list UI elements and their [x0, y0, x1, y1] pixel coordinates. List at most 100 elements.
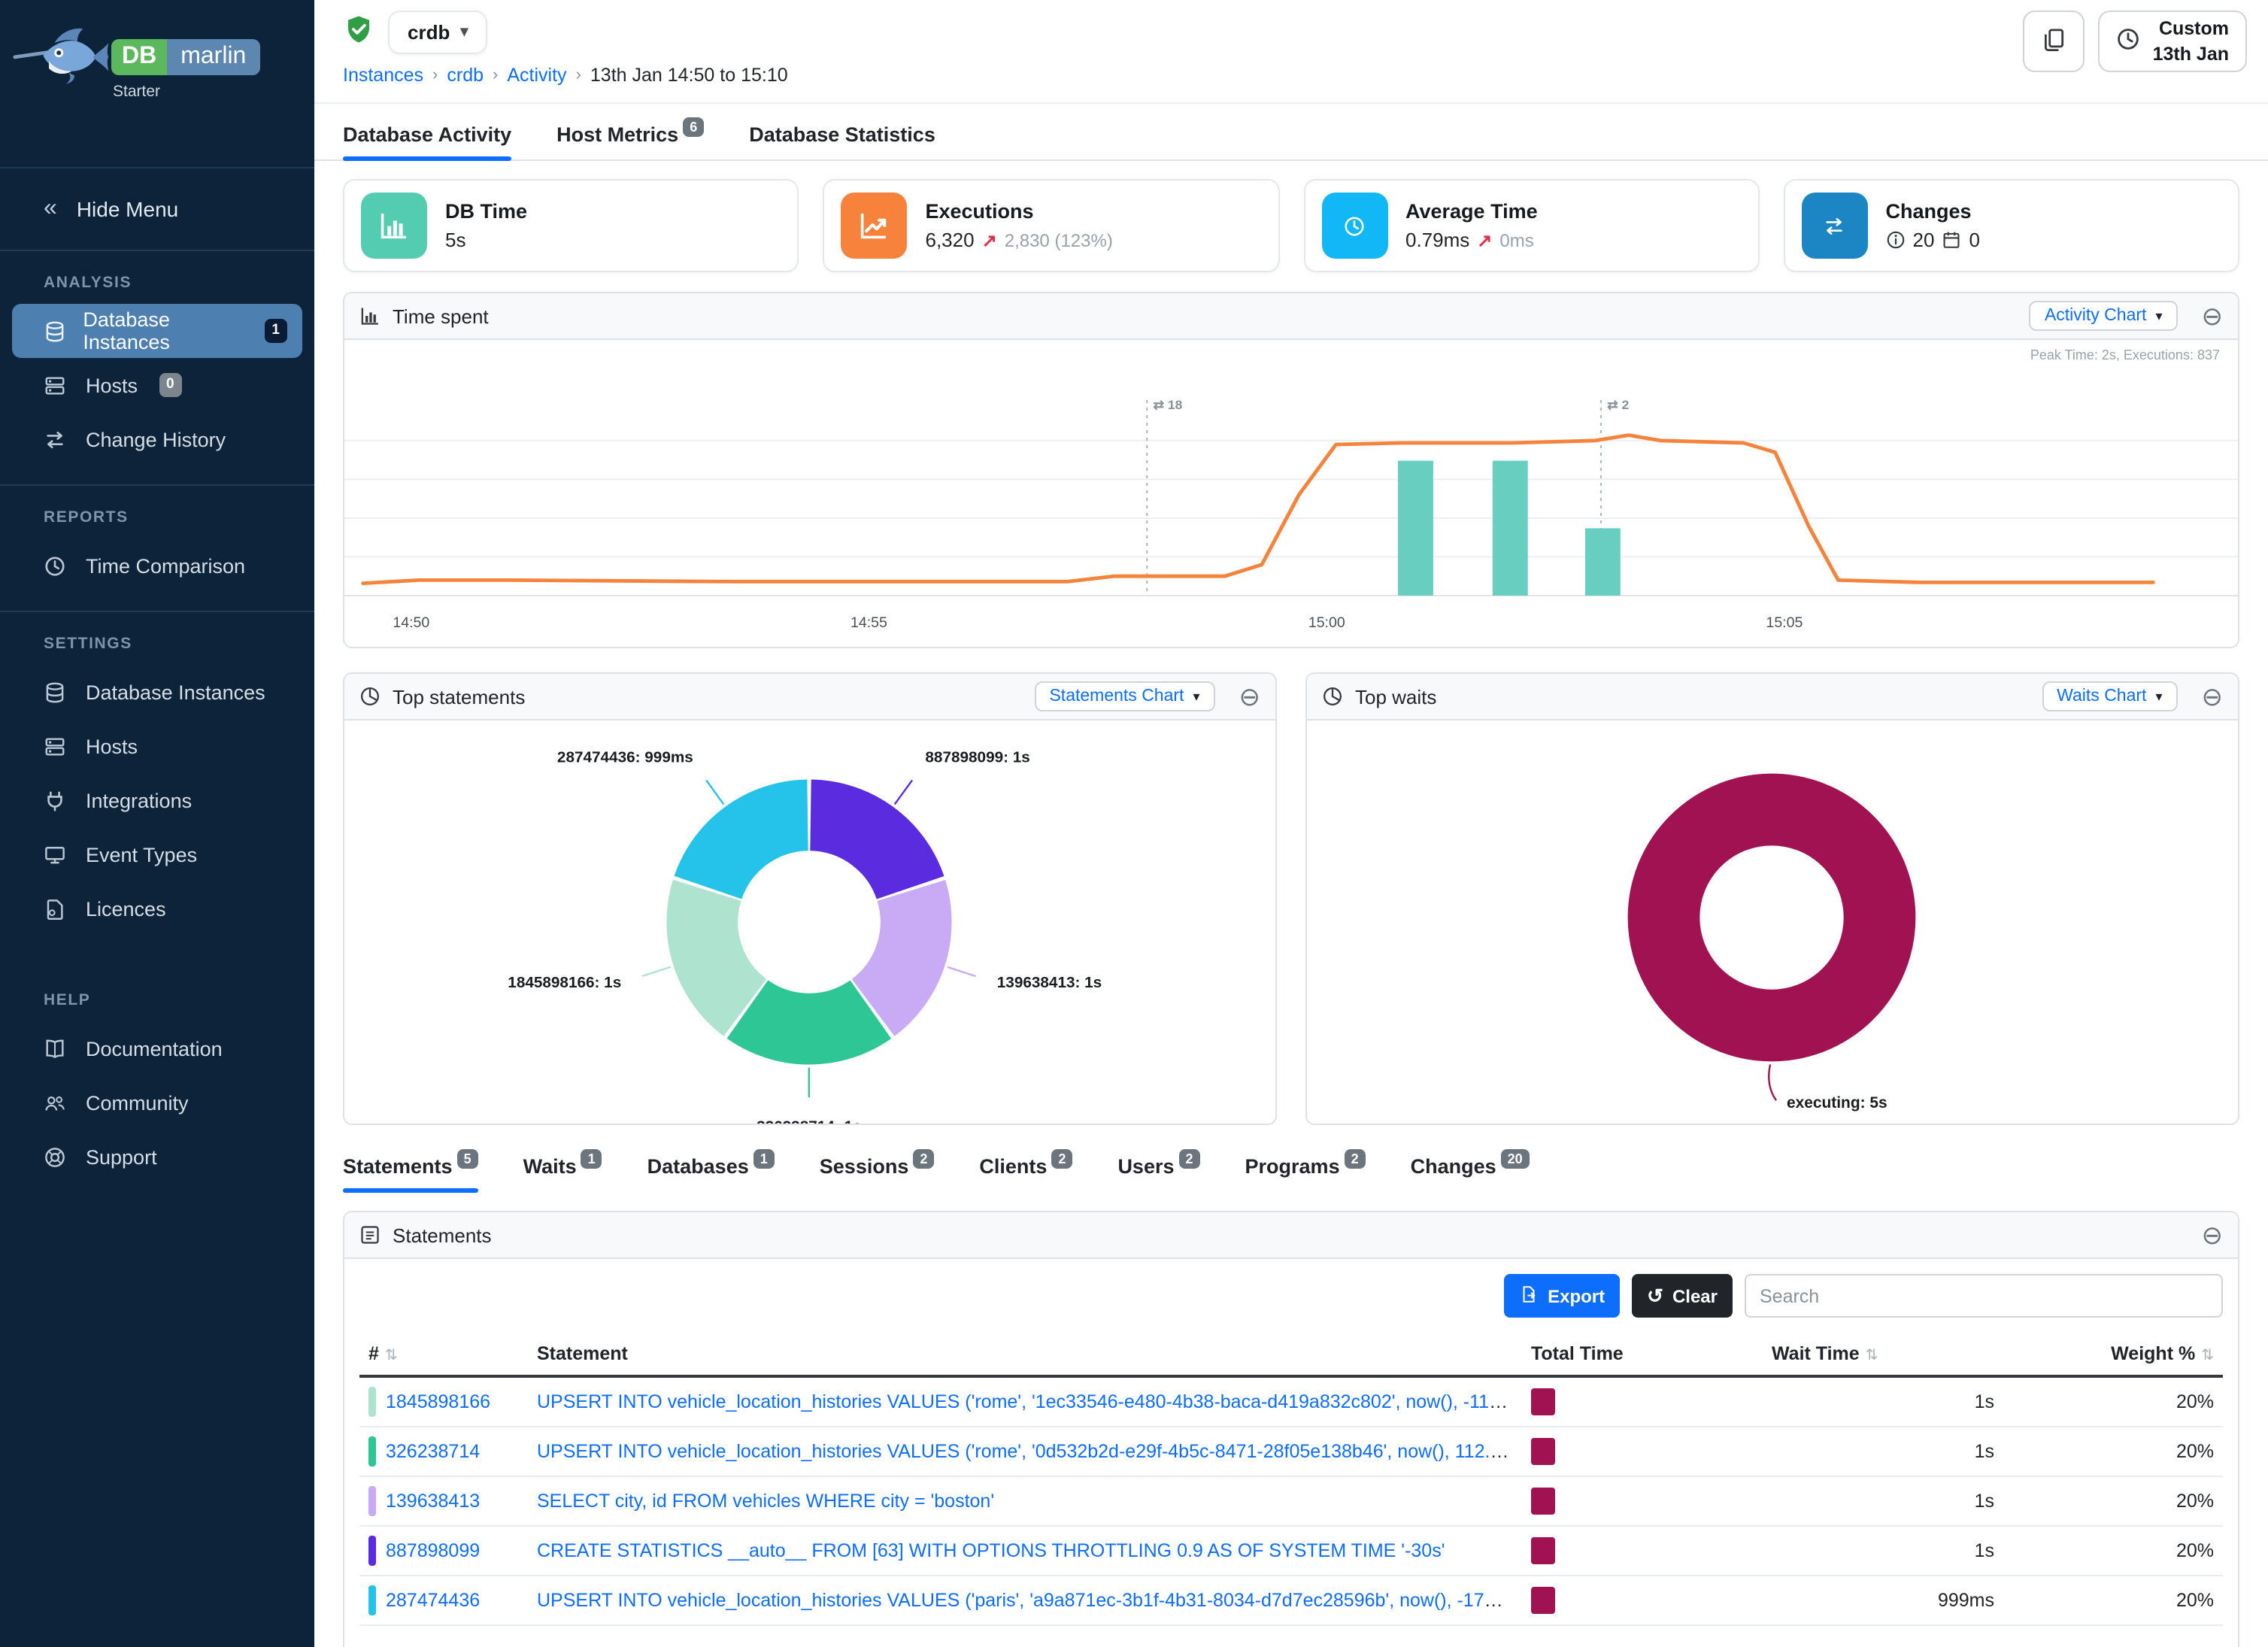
metric-delta: 0ms	[1499, 229, 1533, 250]
waits-chart-dropdown[interactable]: Waits Chart ▾	[2042, 681, 2177, 711]
tab-database-statistics[interactable]: Database Statistics	[749, 123, 935, 159]
tab-database-activity[interactable]: Database Activity	[343, 123, 511, 159]
statement-id-link[interactable]: 287474436	[386, 1590, 480, 1611]
column-header-wait-time[interactable]: Wait Time⇅	[1763, 1333, 2003, 1376]
sidebar-section-settings: SETTINGSDatabase InstancesHostsIntegrati…	[0, 612, 314, 954]
detail-tab-programs[interactable]: Programs2	[1245, 1155, 1366, 1191]
statement-id-cell: 887898099	[359, 1526, 528, 1576]
svg-text:14:50: 14:50	[393, 615, 429, 631]
column-header-weight[interactable]: Weight %⇅	[2003, 1333, 2223, 1376]
statement-sql-link[interactable]: UPSERT INTO vehicle_location_histories V…	[537, 1391, 1522, 1412]
sidebar-item-label: Licences	[86, 897, 166, 920]
svg-text:⇄ 18: ⇄ 18	[1153, 397, 1182, 412]
sidebar-item-support[interactable]: Support	[0, 1130, 314, 1184]
metric-card-changes[interactable]: Changes200	[1784, 179, 2240, 272]
detail-tab-clients[interactable]: Clients2	[979, 1155, 1072, 1191]
statement-cell: CREATE STATISTICS __auto__ FROM [63] WIT…	[528, 1526, 1522, 1576]
copy-link-button[interactable]	[2024, 11, 2085, 72]
statement-sql-link[interactable]: UPSERT INTO vehicle_location_histories V…	[537, 1590, 1522, 1611]
activity-chart-dropdown[interactable]: Activity Chart ▾	[2030, 301, 2178, 331]
time-range-label: Custom	[2159, 17, 2229, 42]
metric-card-db-time[interactable]: DB Time5s	[343, 179, 799, 272]
sort-icon: ⇅	[385, 1348, 398, 1364]
statement-color-bar	[368, 1486, 375, 1516]
instance-selector[interactable]: crdb ▾	[388, 11, 487, 54]
detail-tab-sessions[interactable]: Sessions2	[820, 1155, 935, 1191]
top-waits-body: executing: 5s	[1307, 720, 2238, 1124]
clear-button[interactable]: ↺ Clear	[1632, 1274, 1733, 1318]
column-header-[interactable]: #⇅	[359, 1333, 528, 1376]
statement-id-link[interactable]: 887898099	[386, 1540, 480, 1561]
sidebar-item-badge: 0	[159, 374, 182, 397]
search-input[interactable]	[1745, 1274, 2223, 1318]
top-statements-chart[interactable]: 887898099: 1s139638413: 1s326238714: 1s1…	[344, 720, 1275, 1124]
tab-badge: 2	[1345, 1148, 1366, 1168]
sidebar-item-hosts[interactable]: Hosts0	[0, 358, 314, 412]
tab-host-metrics[interactable]: Host Metrics6	[556, 123, 704, 159]
hide-menu-label: Hide Menu	[77, 197, 178, 221]
clock-icon	[1321, 193, 1387, 259]
sidebar-item-integrations[interactable]: Integrations	[0, 773, 314, 827]
collapse-panel-icon[interactable]: ⊖	[2202, 684, 2224, 709]
plan-label: Starter	[113, 83, 259, 101]
collapse-panel-icon[interactable]: ⊖	[2202, 303, 2224, 329]
time-range-button[interactable]: Custom 13th Jan	[2099, 11, 2247, 72]
collapse-panel-icon[interactable]: ⊖	[2202, 1222, 2224, 1248]
statement-sql-link[interactable]: SELECT city, id FROM vehicles WHERE city…	[537, 1491, 994, 1512]
svg-text:executing: 5s: executing: 5s	[1787, 1094, 1887, 1112]
hide-menu-button[interactable]: « Hide Menu	[0, 168, 314, 251]
total-time-bar	[1531, 1388, 1555, 1415]
sidebar-item-database-instances[interactable]: Database Instances	[0, 665, 314, 719]
metric-card-body: Average Time0.79ms↗0ms	[1405, 200, 1538, 251]
sidebar-item-hosts[interactable]: Hosts	[0, 719, 314, 773]
top-waits-chart[interactable]: executing: 5s	[1307, 720, 2238, 1124]
tab-label: Database Statistics	[749, 123, 935, 146]
detail-tabs: Statements5 Waits1 Databases1 Sessions2 Clie…	[314, 1143, 2268, 1191]
sidebar-item-community[interactable]: Community	[0, 1075, 314, 1130]
detail-tab-databases[interactable]: Databases1	[647, 1155, 775, 1191]
chevron-down-icon: ▾	[2155, 308, 2162, 324]
statement-sql-link[interactable]: CREATE STATISTICS __auto__ FROM [63] WIT…	[537, 1540, 1445, 1561]
undo-icon: ↺	[1647, 1284, 1663, 1308]
logo-block[interactable]: DBmarlin Starter	[0, 0, 314, 168]
time-spent-body: Peak Time: 2s, Executions: 837 ⇄ 18⇄ 214…	[344, 340, 2238, 647]
list-icon	[359, 1224, 381, 1245]
topbar-right: Custom 13th Jan	[2024, 0, 2247, 102]
sidebar-item-event-types[interactable]: Event Types	[0, 827, 314, 881]
breadcrumb-link[interactable]: crdb	[447, 65, 484, 86]
collapse-panel-icon[interactable]: ⊖	[1239, 684, 1261, 709]
breadcrumb-link[interactable]: Instances	[343, 65, 423, 86]
sidebar-sections: ANALYSISDatabase Instances1Hosts0Change …	[0, 251, 314, 1202]
time-spent-chart[interactable]: ⇄ 18⇄ 214:5014:5515:0015:05	[344, 370, 2238, 644]
statement-id-cell: 1845898166	[359, 1376, 528, 1427]
sidebar-item-documentation[interactable]: Documentation	[0, 1021, 314, 1075]
top-waits-header: Top waits Waits Chart ▾ ⊖	[1307, 674, 2238, 720]
sidebar-item-change-history[interactable]: Change History	[0, 412, 314, 466]
statement-sql-link[interactable]: UPSERT INTO vehicle_location_histories V…	[537, 1441, 1522, 1462]
sidebar-item-database-instances[interactable]: Database Instances1	[12, 304, 302, 358]
metric-card-executions[interactable]: Executions6,320↗2,830 (123%)	[823, 179, 1280, 272]
sidebar-item-licences[interactable]: Licences	[0, 881, 314, 936]
time-spent-header: Time spent Activity Chart ▾ ⊖	[344, 293, 2238, 340]
statement-id-link[interactable]: 1845898166	[386, 1391, 490, 1412]
detail-tab-statements[interactable]: Statements5	[343, 1155, 478, 1191]
database-icon	[44, 320, 66, 342]
pie-chart-icon	[1322, 686, 1343, 707]
detail-tab-changes[interactable]: Changes20	[1411, 1155, 1530, 1191]
trend-up-icon: ↗	[1477, 229, 1492, 250]
breadcrumb-link[interactable]: Activity	[507, 65, 566, 86]
breadcrumb-separator-icon: ›	[493, 66, 498, 84]
metric-card-average-time[interactable]: Average Time0.79ms↗0ms	[1303, 179, 1760, 272]
statement-id-link[interactable]: 326238714	[386, 1441, 480, 1462]
detail-tab-users[interactable]: Users2	[1117, 1155, 1199, 1191]
statement-id-link[interactable]: 139638413	[386, 1491, 480, 1512]
weight-cell: 20%	[2003, 1576, 2223, 1625]
export-button[interactable]: Export	[1504, 1274, 1620, 1318]
sidebar-item-time-comparison[interactable]: Time Comparison	[0, 538, 314, 593]
tab-label: Changes	[1411, 1155, 1496, 1178]
sidebar-item-label: Support	[86, 1145, 157, 1168]
sidebar-section-title: REPORTS	[0, 508, 314, 538]
detail-tab-waits[interactable]: Waits1	[523, 1155, 602, 1191]
metric-card-title: DB Time	[445, 200, 527, 223]
statements-chart-dropdown[interactable]: Statements Chart ▾	[1034, 681, 1214, 711]
